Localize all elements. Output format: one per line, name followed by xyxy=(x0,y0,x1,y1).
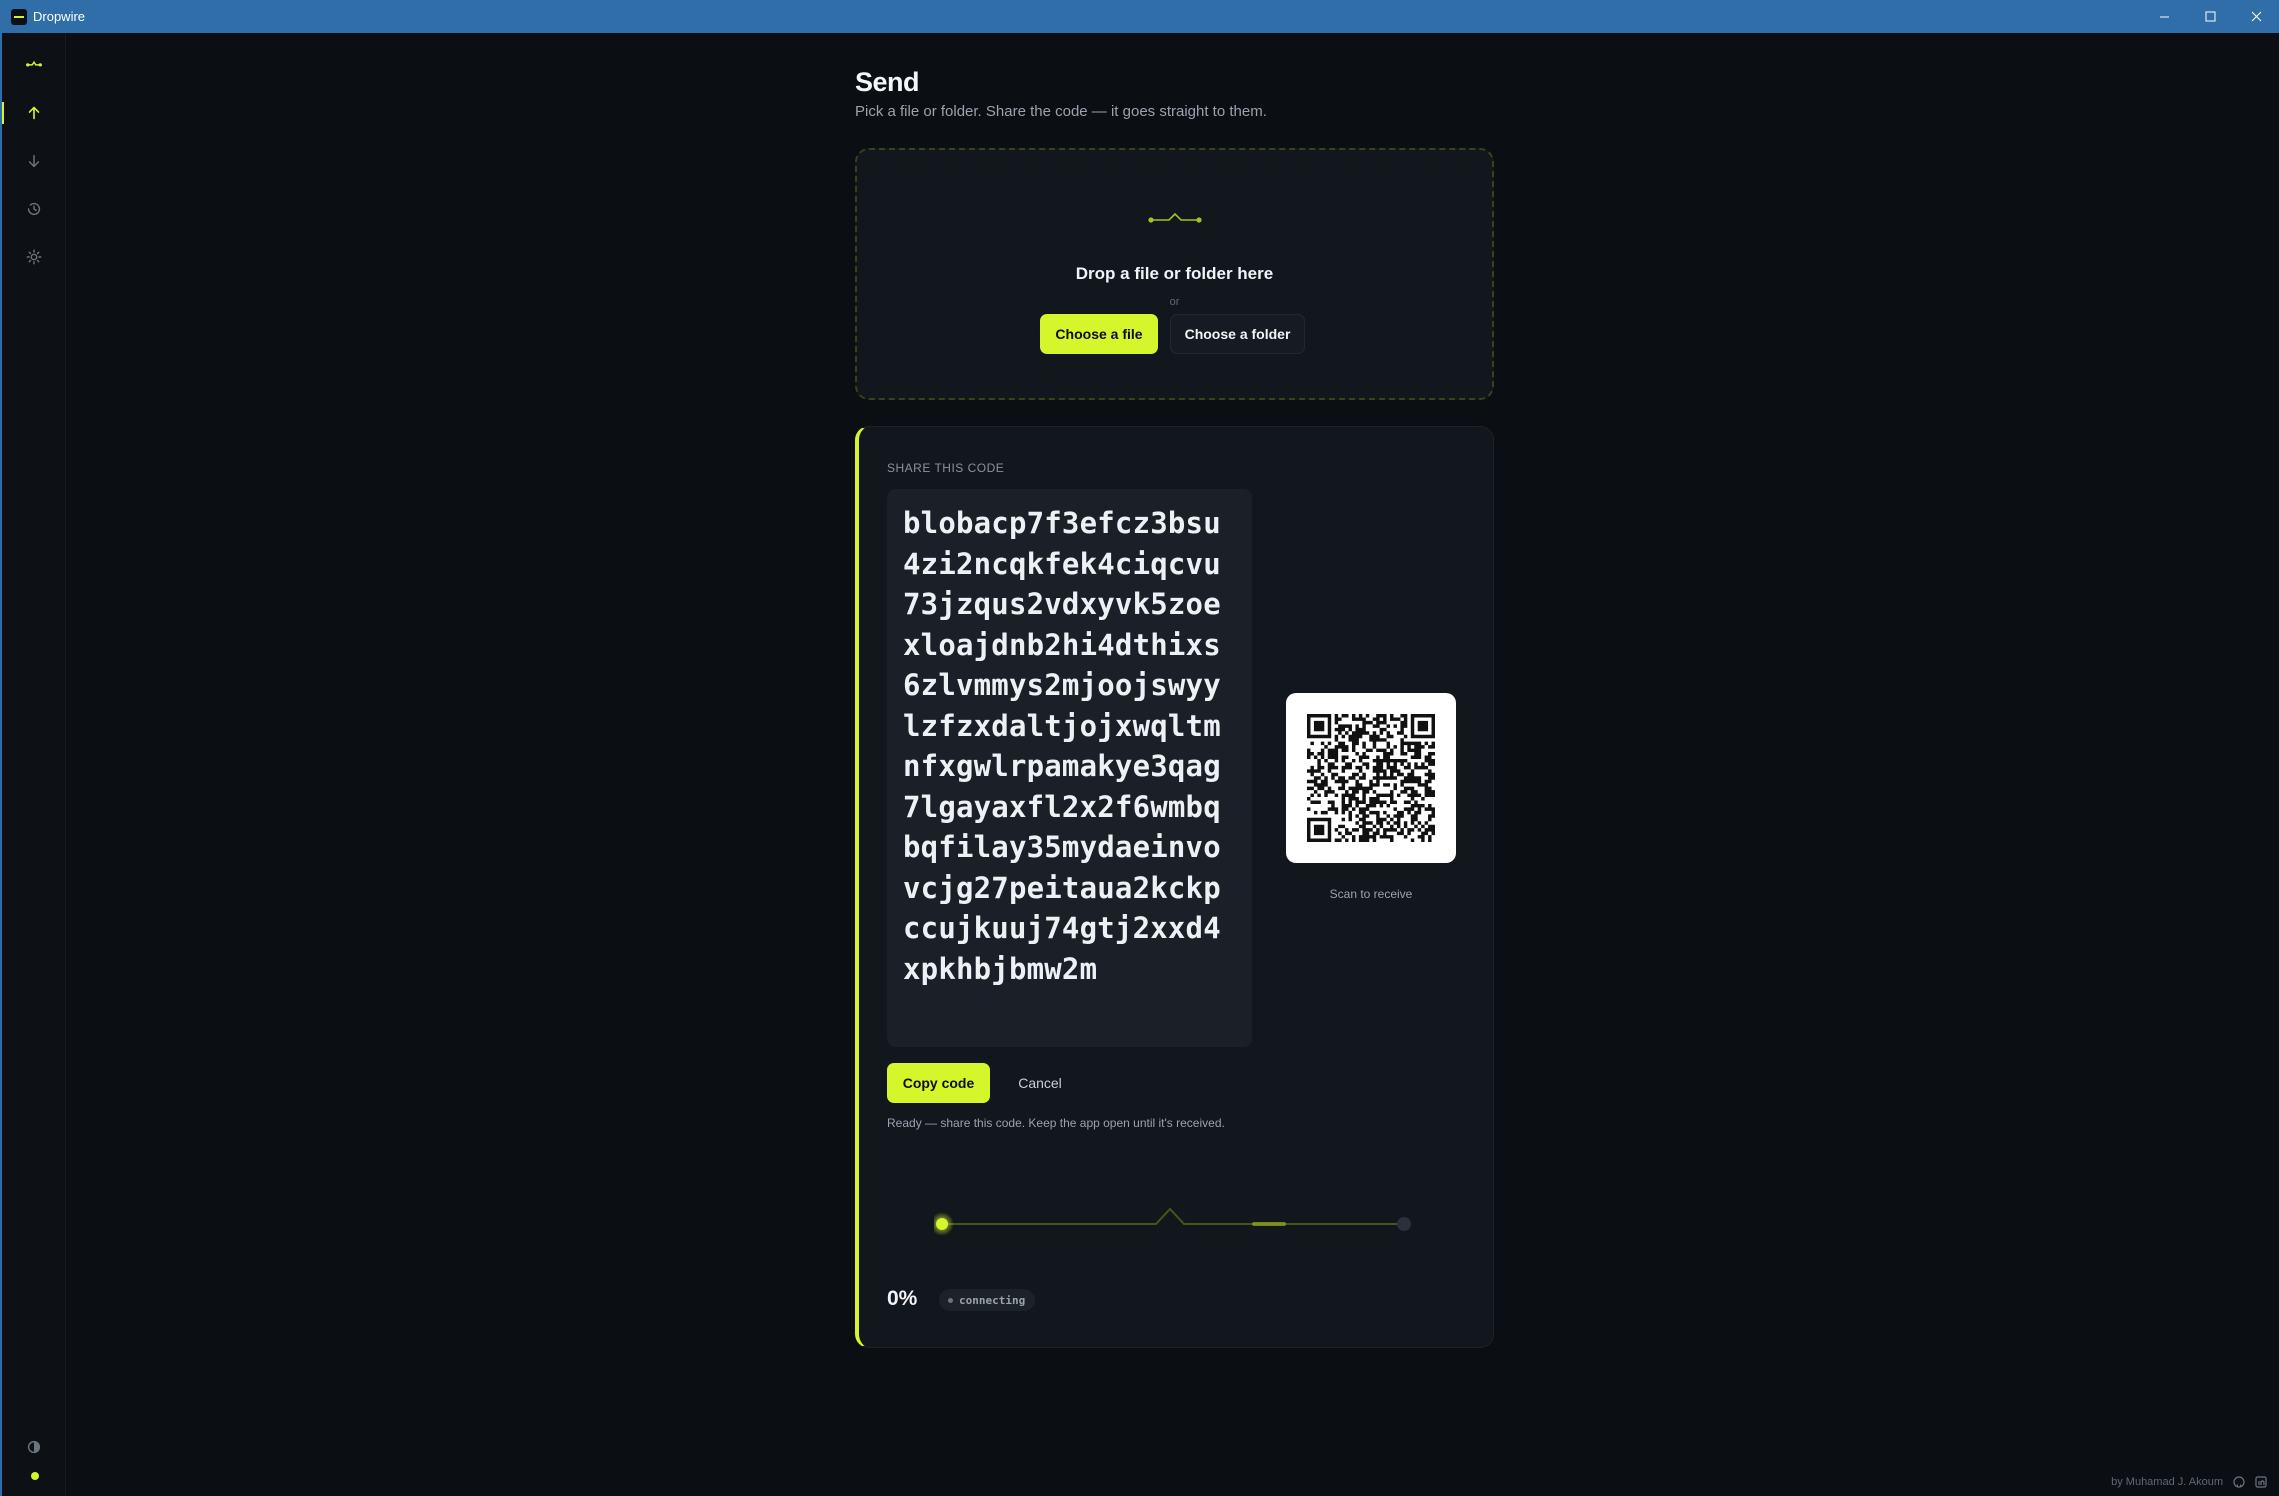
share-code-box[interactable]: blobacp7f3efcz3bsu4zi2ncqkfek4ciqcvu73jz… xyxy=(887,489,1252,1047)
minimize-button[interactable] xyxy=(2141,0,2187,33)
choose-folder-button[interactable]: Choose a folder xyxy=(1170,314,1305,354)
status-dot-icon xyxy=(31,1472,39,1480)
contrast-icon xyxy=(27,1440,41,1454)
sidebar-item-receive[interactable] xyxy=(2,143,66,179)
active-indicator xyxy=(2,102,4,124)
minimize-icon xyxy=(2159,16,2169,18)
sidebar-item-history[interactable] xyxy=(2,191,66,227)
sidebar-item-send[interactable] xyxy=(2,95,66,131)
receiver-node xyxy=(1397,1217,1411,1231)
cancel-button[interactable]: Cancel xyxy=(1009,1063,1071,1103)
page-title: Send xyxy=(855,67,920,97)
page-subtitle: Pick a file or folder. Share the code — … xyxy=(855,103,1267,120)
dropzone-title: Drop a file or folder here xyxy=(1075,264,1274,283)
footer: by Muhamad J. Akoum xyxy=(2111,1476,2267,1488)
maximize-button[interactable] xyxy=(2187,0,2233,33)
status-message: Ready — share this code. Keep the app op… xyxy=(887,1116,1225,1130)
progress-percent: 0% xyxy=(887,1287,918,1310)
choose-file-button[interactable]: Choose a file xyxy=(1040,314,1158,354)
sidebar-logo[interactable] xyxy=(2,46,66,82)
maximize-icon xyxy=(2205,11,2215,22)
connection-status-text: connecting xyxy=(959,1293,1026,1307)
dropwire-app-icon xyxy=(11,8,27,25)
dropwire-logo-icon xyxy=(26,60,42,67)
window-title: Dropwire xyxy=(33,9,86,24)
sender-node xyxy=(936,1218,948,1230)
transfer-progress-wire xyxy=(934,1207,1411,1236)
arrow-up-icon xyxy=(28,106,40,120)
linkedin-icon[interactable] xyxy=(2255,1476,2267,1488)
close-window-button[interactable] xyxy=(2233,0,2279,33)
connection-dot-icon xyxy=(948,1298,953,1303)
theme-toggle-button[interactable] xyxy=(2,1429,66,1465)
file-dropzone[interactable]: Drop a file or folder here or Choose a f… xyxy=(855,148,1494,400)
window-titlebar: Dropwire xyxy=(0,0,2279,33)
qr-caption: Scan to receive xyxy=(1329,887,1413,901)
sidebar-item-settings[interactable] xyxy=(2,239,66,275)
dropwire-wire-icon xyxy=(1148,212,1202,223)
qr-code xyxy=(1286,693,1456,863)
close-icon xyxy=(2251,11,2261,22)
copy-code-button[interactable]: Copy code xyxy=(887,1063,990,1103)
window-controls xyxy=(2141,0,2279,33)
github-icon[interactable] xyxy=(2233,1476,2245,1488)
gear-icon xyxy=(26,249,42,265)
qr-code-icon xyxy=(1307,714,1435,842)
arrow-down-icon xyxy=(28,154,40,168)
sidebar xyxy=(0,33,66,1496)
dropzone-or: or xyxy=(1169,296,1180,308)
share-code-text[interactable]: blobacp7f3efcz3bsu4zi2ncqkfek4ciqcvu73jz… xyxy=(903,503,1233,989)
history-icon xyxy=(27,202,41,216)
share-code-card: SHARE THIS CODE blobacp7f3efcz3bsu4zi2nc… xyxy=(855,426,1494,1348)
share-code-label: SHARE THIS CODE xyxy=(887,461,1005,475)
footer-credit: by Muhamad J. Akoum xyxy=(2111,1476,2223,1488)
connection-status-badge: connecting xyxy=(939,1289,1036,1311)
